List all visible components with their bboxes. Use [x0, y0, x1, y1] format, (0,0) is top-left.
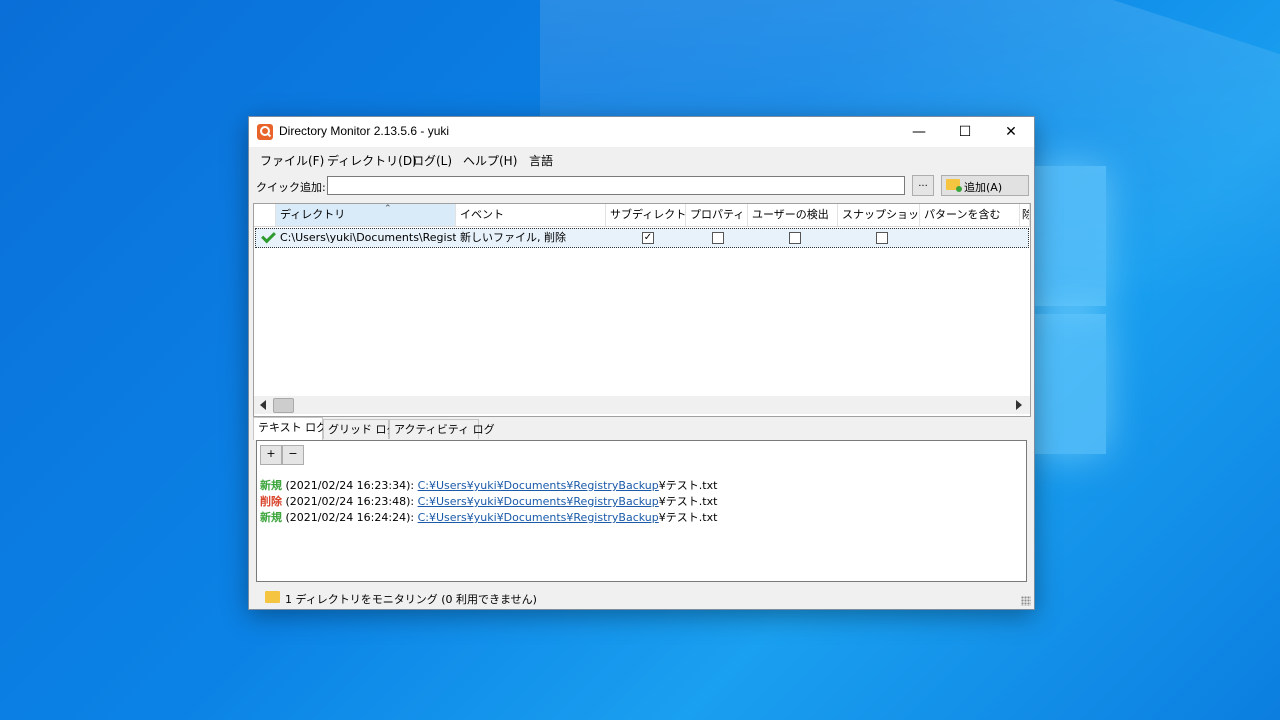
row-events: 新しいファイル, 削除 — [460, 231, 566, 244]
log-line: 新規 (2021/02/24 16:23:34): C:¥Users¥yuki¥… — [260, 477, 717, 493]
add-folder-icon — [946, 179, 962, 192]
close-button[interactable]: ✕ — [988, 117, 1034, 147]
properties-checkbox[interactable] — [712, 232, 724, 244]
menu-file[interactable]: ファイル(F) — [260, 152, 324, 169]
tab-activity-log[interactable]: アクティビティ ログ — [389, 419, 495, 439]
column-header-directory[interactable]: ディレクトリ ⌃ — [276, 204, 456, 226]
scroll-left-icon[interactable] — [260, 400, 266, 410]
scroll-right-icon[interactable] — [1016, 400, 1022, 410]
status-text: 1 ディレクトリをモニタリング (0 利用できません) — [285, 593, 537, 606]
browse-button[interactable]: ... — [912, 175, 934, 196]
checkmark-icon — [261, 228, 276, 244]
log-path-link[interactable]: C:¥Users¥yuki¥Documents¥RegistryBackup — [418, 511, 659, 524]
column-header-properties[interactable]: プロパティ — [686, 204, 748, 226]
minimize-button[interactable]: — — [896, 117, 942, 147]
status-bar: 1 ディレクトリをモニタリング (0 利用できません) — [249, 587, 1034, 609]
text-log-pane: + − 新規 (2021/02/24 16:23:34): C:¥Users¥y… — [256, 440, 1027, 582]
log-time: (2021/02/24 16:23:48): — [282, 495, 418, 508]
log-file: ¥テスト.txt — [658, 479, 718, 492]
title-bar[interactable]: Directory Monitor 2.13.5.6 - yuki — ☐ ✕ — [249, 117, 1034, 147]
sort-ascending-icon: ⌃ — [384, 204, 392, 214]
row-directory: C:\Users\yuki\Documents\Registry... — [280, 231, 456, 244]
table-row[interactable]: C:\Users\yuki\Documents\Registry... 新しいフ… — [255, 228, 1029, 248]
log-event-new: 新規 — [260, 479, 282, 492]
log-event-new: 新規 — [260, 511, 282, 524]
resize-grip-icon[interactable] — [1021, 596, 1031, 606]
log-line: 新規 (2021/02/24 16:24:24): C:¥Users¥yuki¥… — [260, 509, 717, 525]
log-time: (2021/02/24 16:23:34): — [282, 479, 418, 492]
subdirectory-checkbox[interactable]: ✓ — [642, 232, 654, 244]
log-path-link[interactable]: C:¥Users¥yuki¥Documents¥RegistryBackup — [418, 479, 659, 492]
quick-add-input[interactable] — [327, 176, 905, 195]
column-header-subdirectory[interactable]: サブディレクトリ — [606, 204, 686, 226]
folder-icon — [265, 591, 280, 603]
scroll-thumb[interactable] — [273, 398, 294, 413]
column-header-directory-label: ディレクトリ — [280, 208, 346, 221]
menu-log[interactable]: ログ(L) — [412, 152, 452, 169]
column-header-include-pattern[interactable]: パターンを含む — [920, 204, 1020, 226]
menu-bar: ファイル(F) ディレクトリ(D) ログ(L) ヘルプ(H) 言語 — [249, 147, 1034, 171]
horizontal-scrollbar[interactable] — [254, 396, 1030, 414]
quick-add-bar: クイック追加: ... 追加(A) — [249, 173, 1034, 201]
log-time: (2021/02/24 16:24:24): — [282, 511, 418, 524]
log-file: ¥テスト.txt — [658, 495, 718, 508]
menu-help[interactable]: ヘルプ(H) — [463, 152, 517, 169]
log-event-delete: 削除 — [260, 495, 282, 508]
tab-grid-log[interactable]: グリッド ログ — [323, 419, 398, 439]
column-header-events[interactable]: イベント — [456, 204, 606, 226]
column-header-snapshot[interactable]: スナップショット — [838, 204, 920, 226]
app-window: Directory Monitor 2.13.5.6 - yuki — ☐ ✕ … — [248, 116, 1035, 610]
log-path-link[interactable]: C:¥Users¥yuki¥Documents¥RegistryBackup — [418, 495, 659, 508]
windows-logo-pane-top — [1034, 166, 1106, 306]
zoom-out-button[interactable]: − — [282, 445, 304, 465]
quick-add-label: クイック追加: — [256, 181, 326, 194]
grid-header: ディレクトリ ⌃ イベント サブディレクトリ プロパティ ユーザーの検出 スナッ… — [254, 204, 1030, 227]
menu-language[interactable]: 言語 — [529, 152, 553, 169]
directory-grid: ディレクトリ ⌃ イベント サブディレクトリ プロパティ ユーザーの検出 スナッ… — [253, 203, 1031, 417]
user-detect-checkbox[interactable] — [789, 232, 801, 244]
zoom-in-button[interactable]: + — [260, 445, 282, 465]
menu-directory[interactable]: ディレクトリ(D) — [327, 152, 417, 169]
add-button-label: 追加(A) — [964, 181, 1003, 194]
column-header-user-detect[interactable]: ユーザーの検出 — [748, 204, 838, 226]
window-title: Directory Monitor 2.13.5.6 - yuki — [279, 124, 450, 138]
grid-header-status — [254, 204, 276, 226]
maximize-button[interactable]: ☐ — [942, 117, 988, 147]
log-line: 削除 (2021/02/24 16:23:48): C:¥Users¥yuki¥… — [260, 493, 717, 509]
column-header-exclude[interactable]: 除 — [1020, 204, 1030, 226]
app-magnifier-icon — [257, 124, 273, 140]
log-file: ¥テスト.txt — [658, 511, 718, 524]
tab-text-log[interactable]: テキスト ログ — [253, 417, 327, 440]
snapshot-checkbox[interactable] — [876, 232, 888, 244]
add-button[interactable]: 追加(A) — [941, 175, 1029, 196]
windows-logo-pane-bottom — [1034, 314, 1106, 454]
